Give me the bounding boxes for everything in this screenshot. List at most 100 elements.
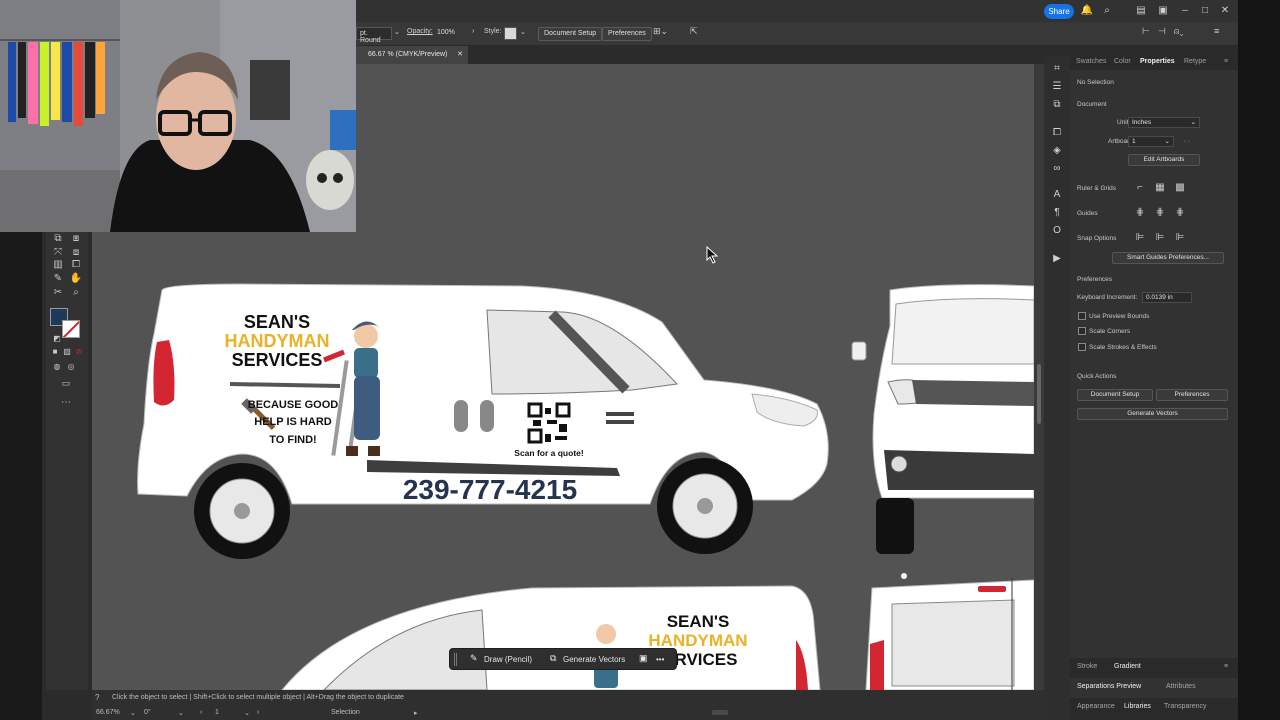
chevron-down-icon[interactable]: ⌄ bbox=[394, 28, 400, 36]
horizontal-scrollbar-thumb[interactable] bbox=[712, 710, 728, 715]
close-icon[interactable]: ✕ bbox=[1218, 4, 1232, 18]
preferences-quick-button[interactable]: Preferences bbox=[1156, 389, 1228, 401]
artboard-prev-icon[interactable]: ‹ bbox=[200, 709, 202, 716]
tab-properties[interactable]: Properties bbox=[1140, 58, 1175, 65]
export-icon[interactable]: ⇱ bbox=[690, 26, 698, 37]
artboards-panel-icon[interactable]: ⧠ bbox=[1050, 126, 1064, 139]
chevron-down-icon[interactable]: ⌄ bbox=[178, 709, 184, 717]
rulers-icon[interactable]: ⌐ bbox=[1134, 182, 1146, 194]
edit-artboards-button[interactable]: Edit Artboards bbox=[1128, 154, 1200, 166]
bell-icon[interactable]: 🔔 bbox=[1080, 4, 1094, 18]
preferences-button[interactable]: Preferences bbox=[602, 27, 652, 41]
tab-libraries[interactable]: Libraries bbox=[1124, 703, 1151, 710]
tab-gradient[interactable]: Gradient bbox=[1114, 663, 1141, 670]
scale-strokes-checkbox[interactable] bbox=[1078, 343, 1086, 351]
links-panel-icon[interactable]: ∞ bbox=[1050, 162, 1064, 175]
opentype-panel-icon[interactable]: O bbox=[1050, 224, 1064, 237]
generate-vectors-button[interactable]: Generate Vectors bbox=[563, 655, 625, 664]
none-mode-icon[interactable]: ⊘ bbox=[72, 345, 86, 358]
status-menu-arrow-icon[interactable]: ▸ bbox=[414, 709, 418, 717]
character-panel-icon[interactable]: A bbox=[1050, 188, 1064, 201]
tab-appearance[interactable]: Appearance bbox=[1077, 703, 1115, 710]
lock-guides-icon[interactable]: ⋕ bbox=[1154, 207, 1166, 219]
arrange-icon[interactable]: ▣ bbox=[1156, 4, 1170, 18]
screen-mode-icon[interactable]: ▭ bbox=[59, 377, 73, 390]
hand-icon[interactable]: ✋ bbox=[69, 272, 83, 285]
canvas-vertical-scrollbar[interactable] bbox=[1034, 64, 1044, 690]
drag-handle[interactable] bbox=[454, 653, 457, 666]
chevron-down-icon[interactable]: ⌄ bbox=[130, 709, 136, 717]
zoom-icon[interactable]: ⌕ bbox=[69, 286, 83, 299]
use-preview-bounds-checkbox[interactable] bbox=[1078, 312, 1086, 320]
help-icon[interactable]: ? bbox=[95, 693, 99, 702]
chevron-right-icon[interactable]: › bbox=[472, 28, 474, 35]
scrollbar-thumb[interactable] bbox=[1037, 364, 1041, 424]
artboard-number-field[interactable]: 1 bbox=[215, 709, 219, 716]
snap-to-glyph-icon[interactable]: ⊫ bbox=[1174, 232, 1186, 244]
close-tab-icon[interactable]: ✕ bbox=[457, 50, 463, 58]
tab-stroke[interactable]: Stroke bbox=[1077, 663, 1097, 670]
artboard-nav-icon[interactable]: ‹ › bbox=[1184, 138, 1190, 145]
transparency-grid-icon[interactable]: ▩ bbox=[1174, 182, 1186, 194]
rotation-field[interactable]: 0° bbox=[144, 709, 151, 716]
smart-guides-preferences-button[interactable]: Smart Guides Preferences... bbox=[1112, 252, 1224, 264]
draw-pencil-button[interactable]: Draw (Pencil) bbox=[484, 655, 532, 664]
show-guides-icon[interactable]: ⋕ bbox=[1134, 207, 1146, 219]
opacity-label[interactable]: Opacity: bbox=[407, 28, 433, 35]
minimize-icon[interactable]: – bbox=[1178, 4, 1192, 18]
document-setup-button[interactable]: Document Setup bbox=[538, 27, 603, 41]
smart-guides-icon[interactable]: ⋕ bbox=[1174, 207, 1186, 219]
scale-corners-checkbox[interactable] bbox=[1078, 327, 1086, 335]
zoom-field[interactable]: 66.67% bbox=[96, 709, 120, 716]
eyedropper-icon[interactable]: ✎ bbox=[51, 272, 65, 285]
artboard-next-icon[interactable]: › bbox=[257, 709, 259, 716]
tab-transparency[interactable]: Transparency bbox=[1164, 703, 1207, 710]
menu-icon[interactable]: ≡ bbox=[1214, 26, 1219, 36]
transform-panel-icon[interactable]: ⌗ bbox=[1050, 62, 1064, 75]
share-button[interactable]: Share bbox=[1044, 4, 1074, 19]
stroke-swatch[interactable] bbox=[62, 320, 80, 338]
tab-swatches[interactable]: Swatches bbox=[1076, 58, 1106, 65]
style-swatch[interactable] bbox=[504, 27, 517, 40]
snap-to-pixel-icon[interactable]: ⊫ bbox=[1154, 232, 1166, 244]
distribute-icon[interactable]: ⊣ bbox=[1158, 26, 1166, 37]
generate-vectors-quick-button[interactable]: Generate Vectors bbox=[1077, 408, 1228, 420]
pencil-icon[interactable]: ✎ bbox=[470, 653, 478, 664]
stroke-profile-select[interactable]: pt. Round bbox=[356, 27, 392, 44]
tab-separations-preview[interactable]: Separations Preview bbox=[1077, 683, 1141, 690]
search-icon[interactable]: ⌕ bbox=[1100, 4, 1114, 18]
chevron-down-icon[interactable]: ⌄ bbox=[520, 28, 526, 36]
document-tab[interactable]: 66.67 % (CMYK/Preview) ✕ bbox=[356, 46, 468, 64]
artboard-select[interactable]: 1 ⌄ bbox=[1128, 136, 1174, 147]
units-select[interactable]: Inches ⌄ bbox=[1128, 117, 1200, 128]
more-tools-icon[interactable]: ⋯ bbox=[59, 396, 73, 409]
draw-behind-icon[interactable]: ◎ bbox=[64, 360, 78, 373]
maximize-icon[interactable]: □ bbox=[1198, 4, 1212, 18]
opacity-field[interactable]: 100% bbox=[434, 27, 470, 40]
live-paint-icon[interactable]: ⧆ bbox=[69, 232, 83, 245]
image-icon[interactable]: ▣ bbox=[639, 653, 648, 664]
paragraph-panel-icon[interactable]: ¶ bbox=[1050, 206, 1064, 219]
generate-vectors-icon[interactable]: ⧉ bbox=[550, 653, 556, 664]
default-colors-icon[interactable]: ◩ bbox=[50, 332, 64, 345]
align-icon[interactable]: ⊢ bbox=[1142, 26, 1150, 37]
tab-attributes[interactable]: Attributes bbox=[1166, 683, 1196, 690]
pathfinder-panel-icon[interactable]: ⧉ bbox=[1050, 98, 1064, 111]
chevron-down-icon[interactable]: ⌄ bbox=[244, 709, 250, 717]
panel-menu-icon[interactable]: ≡ bbox=[1224, 58, 1228, 65]
layers-panel-icon[interactable]: ◈ bbox=[1050, 144, 1064, 157]
document-setup-quick-button[interactable]: Document Setup bbox=[1077, 389, 1153, 401]
draw-mode-icon[interactable]: ◍ bbox=[50, 360, 64, 373]
grid-icon[interactable]: ▦ bbox=[1154, 182, 1166, 194]
actions-panel-icon[interactable]: ▶ bbox=[1050, 252, 1064, 265]
slice-icon[interactable]: ✂ bbox=[51, 286, 65, 299]
tab-retype[interactable]: Retype bbox=[1184, 58, 1206, 65]
snap-to-point-icon[interactable]: ⊫ bbox=[1134, 232, 1146, 244]
more-options-button[interactable]: ••• bbox=[656, 655, 664, 664]
artboard-icon[interactable]: ⧠ bbox=[69, 258, 83, 271]
transform-icon[interactable]: ⍝⌄ bbox=[1174, 26, 1184, 37]
panel-menu-icon[interactable]: ≡ bbox=[1224, 663, 1228, 670]
tab-color[interactable]: Color bbox=[1114, 58, 1131, 65]
align-panel-icon[interactable]: ☰ bbox=[1050, 80, 1064, 93]
keyboard-increment-field[interactable]: 0.0139 in bbox=[1142, 292, 1192, 303]
